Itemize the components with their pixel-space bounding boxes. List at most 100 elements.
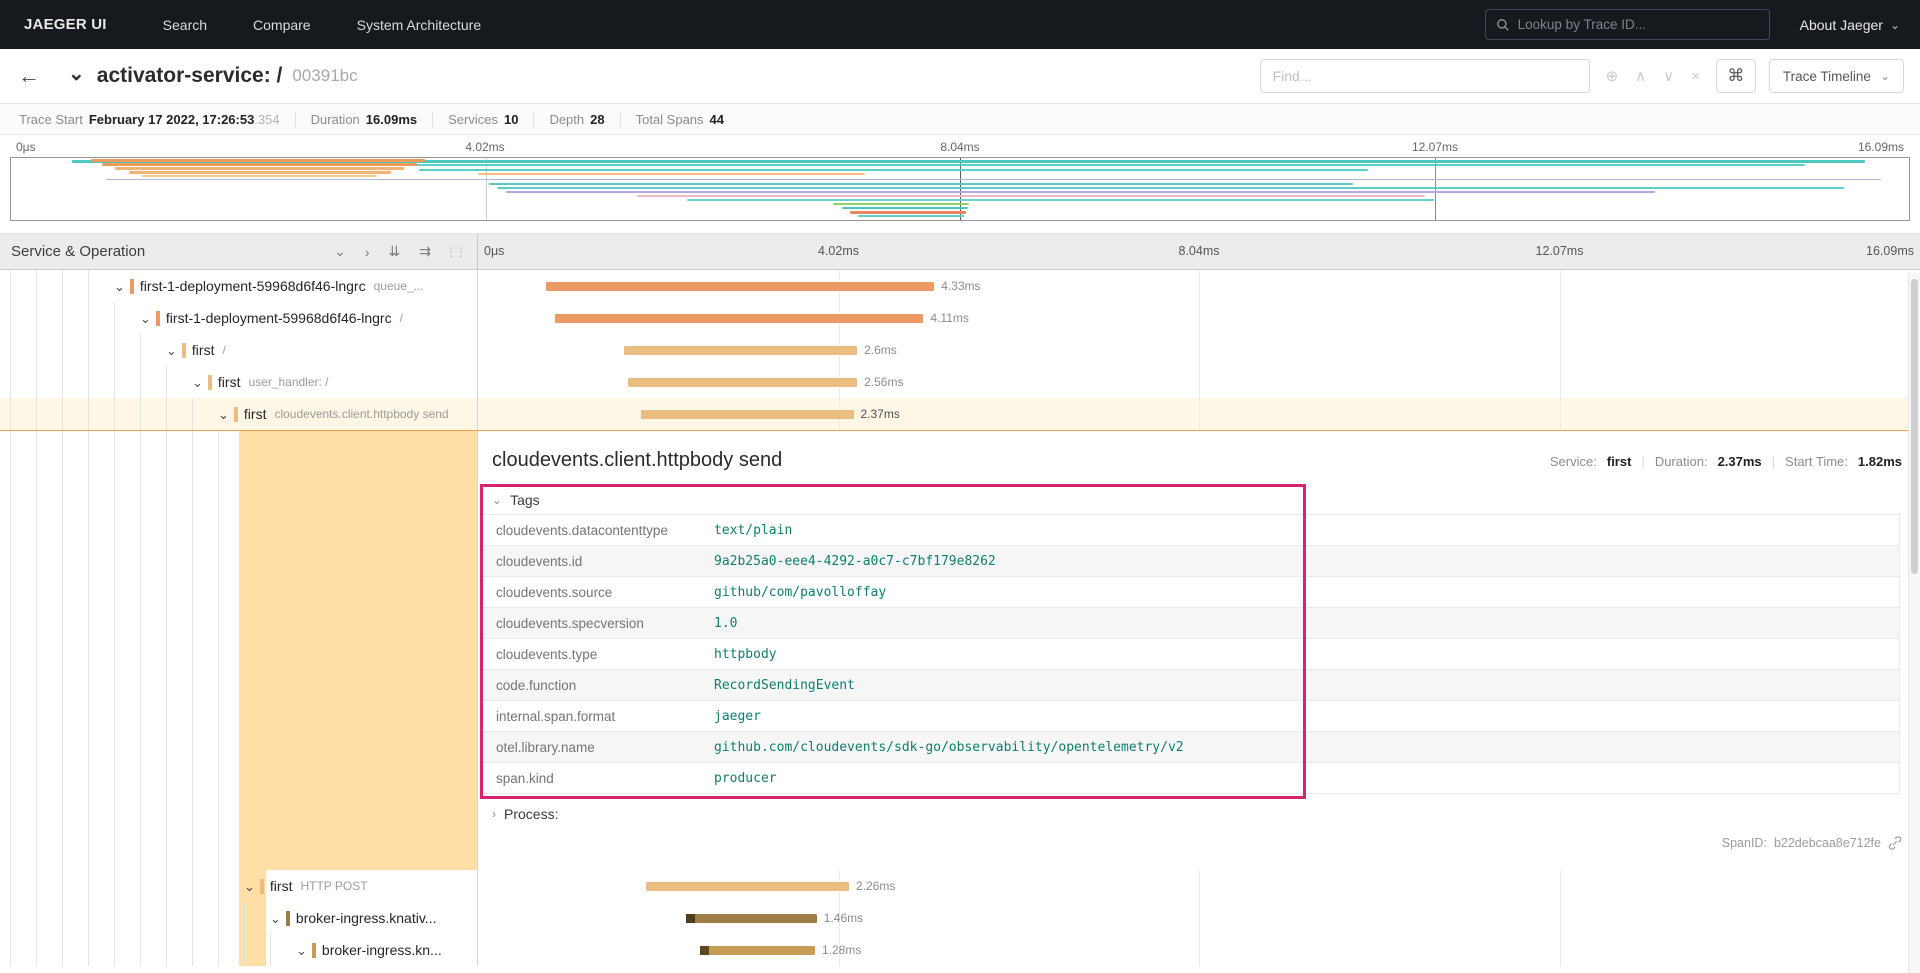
chevron-down-icon[interactable]: ⌄	[166, 344, 177, 357]
indent-guide	[62, 902, 63, 934]
back-button[interactable]: ←	[12, 63, 46, 89]
expand-all-icon[interactable]: ⇊	[389, 243, 401, 260]
chevron-right-icon: ›	[492, 807, 496, 821]
expand-one-icon[interactable]: ›	[365, 244, 370, 260]
nav-item-compare[interactable]: Compare	[253, 17, 311, 33]
timeline-tick: 0μs	[484, 244, 505, 258]
prev-match-icon[interactable]: ∧	[1635, 67, 1646, 85]
indent-guide	[114, 302, 115, 334]
span-row-timeline-cell[interactable]: 2.6ms	[478, 334, 1920, 366]
indent-guide	[10, 302, 11, 334]
chevron-down-icon[interactable]: ⌄	[270, 912, 281, 925]
span-row-timeline-cell[interactable]: 1.46ms	[478, 902, 1920, 934]
span-row-name-cell[interactable]: ⌄ first-1-deployment-59968d6f46-lngrc /	[0, 302, 478, 334]
clear-find-icon[interactable]: ×	[1691, 68, 1700, 85]
span-row[interactable]: ⌄ first-1-deployment-59968d6f46-lngrc / 4.1…	[0, 302, 1920, 334]
span-bar[interactable]	[700, 946, 815, 955]
chevron-down-icon[interactable]: ⌄	[192, 376, 203, 389]
minimap-span	[267, 164, 1805, 166]
nav-item-search[interactable]: Search	[163, 17, 207, 33]
minimap-canvas[interactable]	[10, 157, 1910, 221]
span-row-timeline-cell[interactable]: 2.26ms	[478, 870, 1920, 902]
timeline-gridline	[1199, 398, 1200, 430]
span-bar[interactable]	[624, 346, 858, 355]
indent-guide	[36, 334, 37, 366]
trace-lookup-input[interactable]	[1517, 17, 1759, 32]
span-detail-title: cloudevents.client.httpbody send	[492, 449, 783, 471]
span-row-name-cell[interactable]: ⌄ first /	[0, 334, 478, 366]
timeline-tick: 4.02ms	[465, 140, 505, 154]
indent-guide	[36, 902, 37, 934]
indent-guide	[140, 870, 141, 902]
span-bar[interactable]	[555, 314, 924, 323]
trace-view-label: Trace Timeline	[1782, 68, 1871, 84]
span-row[interactable]: ⌄ first HTTP POST 2.26ms	[0, 870, 1920, 902]
link-icon[interactable]	[1888, 836, 1902, 850]
chevron-down-icon[interactable]: ⌄	[296, 944, 307, 957]
chevron-down-icon[interactable]: ⌄	[218, 408, 229, 421]
span-bar[interactable]	[641, 410, 854, 419]
span-row[interactable]: ⌄ first / 2.6ms	[0, 334, 1920, 366]
span-bar[interactable]	[546, 282, 935, 291]
timeline-tick: 12.07ms	[1535, 244, 1584, 258]
span-row-timeline-cell[interactable]: 1.28ms	[478, 934, 1920, 966]
app-brand[interactable]: JAEGER UI	[24, 16, 107, 33]
trace-view-selector[interactable]: Trace Timeline ⌄	[1768, 59, 1904, 93]
tag-row: otel.library.name github.com/cloudevents/…	[482, 731, 1900, 763]
indent-guide	[114, 334, 115, 366]
indent-guide	[192, 431, 193, 870]
span-row[interactable]: ⌄ first cloudevents.client.httpbody send 2.…	[0, 398, 1920, 430]
indent-guide	[244, 902, 245, 934]
find-input[interactable]	[1259, 59, 1590, 93]
scrollbar-thumb[interactable]	[1911, 279, 1918, 574]
indent-guide	[192, 934, 193, 966]
span-row-name-cell[interactable]: ⌄ first-1-deployment-59968d6f46-lngrc queu…	[0, 270, 478, 302]
trace-lookup-box[interactable]	[1484, 9, 1770, 40]
timeline-tick: 16.09ms	[1857, 140, 1904, 154]
next-match-icon[interactable]: ∨	[1663, 67, 1674, 85]
span-row-timeline-cell[interactable]: 2.56ms	[478, 366, 1920, 398]
timeline-tick: 8.04ms	[1178, 244, 1220, 258]
span-row[interactable]: ⌄ first user_handler: / 2.56ms	[0, 366, 1920, 398]
span-row-timeline-cell[interactable]: 2.37ms	[478, 398, 1920, 430]
keyboard-shortcuts-button[interactable]: ⌘	[1715, 59, 1756, 93]
span-row[interactable]: ⌄ broker-ingress.knativ... 1.46ms	[0, 902, 1920, 934]
service-color-indicator	[181, 342, 186, 358]
tag-key: cloudevents.source	[496, 584, 613, 600]
selected-span-gutter	[239, 431, 477, 870]
focus-match-icon[interactable]: ⊕	[1606, 67, 1619, 85]
span-row-timeline-cell[interactable]: 4.11ms	[478, 302, 1920, 334]
span-row[interactable]: ⌄ broker-ingress.kn... 1.28ms	[0, 934, 1920, 966]
search-icon	[1496, 18, 1509, 31]
tags-section-header[interactable]: ⌄ Tags	[482, 486, 1900, 515]
chevron-down-icon[interactable]: ⌄	[114, 280, 125, 293]
about-jaeger-menu[interactable]: About Jaeger ⌄	[1800, 17, 1900, 33]
span-bar[interactable]	[627, 378, 858, 387]
service-operation-label: Service & Operation	[11, 243, 146, 260]
nav-item-system-architecture[interactable]: System Architecture	[357, 17, 482, 33]
span-row-timeline-cell[interactable]: 4.33ms	[478, 270, 1920, 302]
vertical-scrollbar[interactable]	[1908, 273, 1920, 973]
span-row-name-cell[interactable]: ⌄ broker-ingress.kn...	[0, 934, 478, 966]
span-bar[interactable]	[685, 914, 817, 923]
column-resize-handle[interactable]: ⋮⋮	[445, 245, 467, 259]
chevron-down-icon[interactable]: ⌄	[140, 312, 151, 325]
span-bar[interactable]	[646, 882, 850, 891]
tag-value: jaeger	[714, 708, 761, 724]
trace-collapse-toggle[interactable]: ⌄	[68, 61, 85, 86]
span-row-name-cell[interactable]: ⌄ broker-ingress.knativ...	[0, 902, 478, 934]
operation-name: queue_...	[373, 279, 424, 293]
collapse-all-icon[interactable]: ⇉	[419, 243, 431, 260]
service-name: broker-ingress.knativ...	[295, 910, 437, 926]
span-row[interactable]: ⌄ first-1-deployment-59968d6f46-lngrc queu…	[0, 270, 1920, 302]
timeline-tick: 8.04ms	[940, 140, 980, 154]
process-section-header[interactable]: › Process:	[478, 794, 1920, 832]
indent-guide	[10, 934, 11, 966]
service-color-indicator	[129, 278, 134, 294]
span-row-name-cell[interactable]: ⌄ first HTTP POST	[0, 870, 478, 902]
span-row-name-cell[interactable]: ⌄ first user_handler: /	[0, 366, 478, 398]
collapse-one-icon[interactable]: ⌄	[334, 243, 346, 260]
chevron-down-icon[interactable]: ⌄	[244, 880, 255, 893]
span-row-name-cell[interactable]: ⌄ first cloudevents.client.httpbody send	[0, 398, 478, 430]
indent-guide	[62, 366, 63, 398]
